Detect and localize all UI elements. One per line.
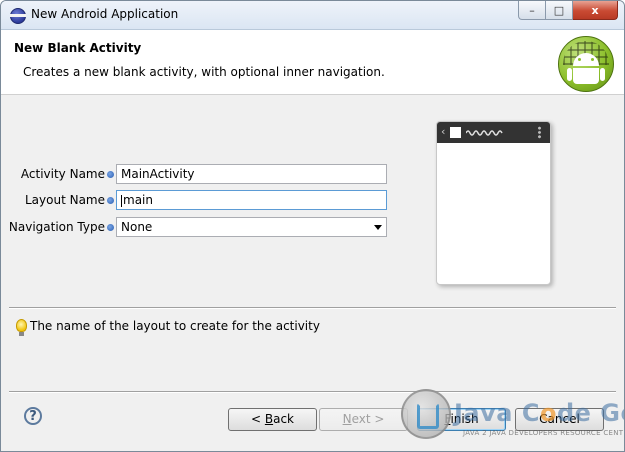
close-button[interactable]: x	[573, 1, 618, 20]
navigation-type-select[interactable]: None	[116, 217, 387, 237]
wizard-header: New Blank Activity Creates a new blank a…	[1, 30, 624, 95]
watermark-o: o	[539, 399, 557, 427]
layout-name-value: main	[123, 193, 153, 207]
window-controls: – □ x	[518, 1, 618, 20]
layout-name-input[interactable]: main	[116, 190, 387, 210]
text-caret	[121, 194, 122, 207]
preview-app-icon	[450, 127, 461, 138]
dropdown-arrow-icon[interactable]	[374, 225, 382, 230]
watermark-subtitle: JAVA 2 JAVA DEVELOPERS RESOURCE CENTER	[463, 429, 625, 437]
page-title: New Blank Activity	[14, 41, 142, 55]
layout-name-info-icon	[107, 197, 114, 204]
activity-name-label: Activity Name	[20, 167, 105, 181]
activity-name-info-icon	[107, 171, 114, 178]
maximize-button[interactable]: □	[546, 1, 573, 20]
watermark-logo-icon	[401, 389, 451, 439]
page-description: Creates a new blank activity, with optio…	[23, 65, 385, 79]
wizard-window: New Android Application – □ x New Blank …	[0, 0, 625, 452]
navigation-type-value: None	[121, 220, 153, 234]
watermark-title: Java Code Geeks	[454, 399, 624, 427]
divider-top	[9, 307, 616, 309]
activity-name-value: MainActivity	[121, 167, 195, 181]
back-prefix: <	[250, 412, 265, 426]
form-area: Activity Name MainActivity Layout Name m…	[1, 95, 624, 307]
activity-preview: ‹	[436, 121, 551, 285]
watermark-part1: Java C	[454, 399, 540, 427]
next-mnemonic: N	[342, 412, 352, 426]
title-bar: New Android Application – □ x	[1, 1, 624, 30]
divider-bottom	[9, 391, 616, 393]
navigation-type-label: Navigation Type	[8, 220, 105, 234]
preview-back-icon: ‹	[441, 125, 446, 138]
eclipse-icon	[10, 8, 26, 24]
hint-message: The name of the layout to create for the…	[30, 319, 320, 333]
watermark-part2: de Geeks	[556, 399, 624, 427]
next-button[interactable]: Next >	[319, 408, 408, 431]
back-button[interactable]: < Back	[228, 408, 317, 431]
preview-action-bar: ‹	[437, 122, 550, 143]
navigation-type-info-icon	[107, 224, 114, 231]
preview-overflow-icon	[538, 126, 541, 139]
android-logo-icon	[558, 36, 614, 92]
layout-name-label: Layout Name	[24, 193, 105, 207]
next-label: ext >	[351, 412, 385, 426]
preview-title-squiggle-icon	[466, 130, 503, 136]
back-mnemonic: B	[264, 412, 274, 426]
back-label: ack	[273, 412, 294, 426]
help-button[interactable]: ?	[24, 407, 42, 425]
activity-name-input[interactable]: MainActivity	[116, 164, 387, 184]
lightbulb-icon	[16, 319, 27, 336]
minimize-button[interactable]: –	[518, 1, 546, 20]
window-title: New Android Application	[31, 7, 179, 21]
